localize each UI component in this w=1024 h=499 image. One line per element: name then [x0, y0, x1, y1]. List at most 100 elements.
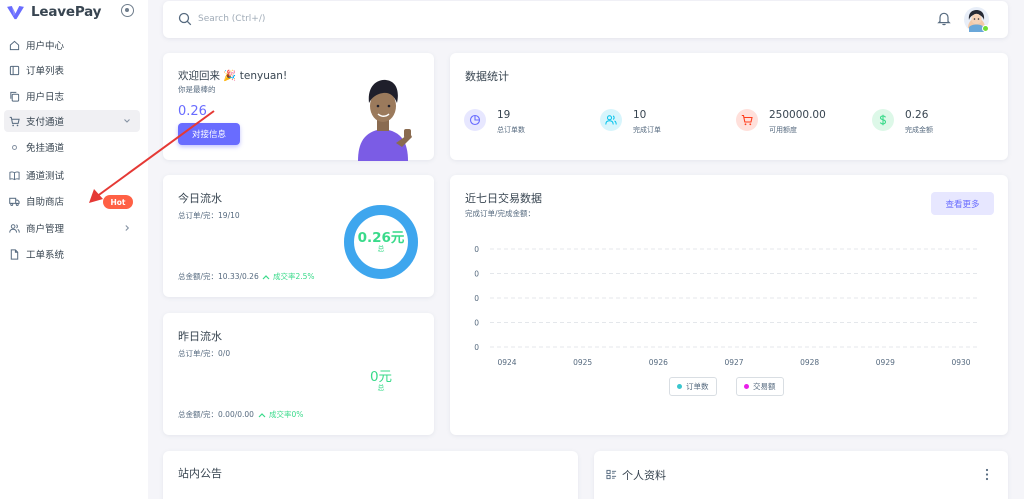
today-flow-card: 今日流水 总订单/完：19/10 0.26元 总 总金额/完：10.33/0.2…	[163, 175, 434, 297]
yesterday-value: 0元	[369, 369, 393, 385]
cart-icon	[736, 109, 758, 131]
stats-title: 数据统计	[465, 70, 509, 83]
sidebar-item-ticket-system[interactable]: 工单系统	[4, 243, 140, 265]
today-orders: 总订单/完：19/10	[178, 211, 240, 220]
sidebar: LeavePay 用户中心 订单列表 用户日志 支付通道 免挂通道 通道测试 自…	[0, 0, 148, 499]
x-tick-label: 0924	[497, 358, 516, 367]
today-rate-text: 成交率2.5%	[273, 272, 315, 281]
copy-icon	[10, 91, 20, 102]
sidebar-item-label: 订单列表	[26, 66, 65, 77]
chevron-up-icon	[258, 413, 266, 418]
hot-badge: Hot	[103, 195, 133, 209]
today-ring-label: 总	[377, 245, 385, 253]
weekly-trade-card: 近七日交易数据 完成订单/完成金额： 查看更多 0 0 0 0 0 0924 0925 092…	[450, 175, 1008, 435]
sidebar-item-merchant-management[interactable]: 商户管理	[4, 217, 140, 239]
stat-value: 10	[633, 109, 647, 121]
legend-label: 订单数	[686, 382, 709, 391]
app-name: LeavePay	[31, 4, 102, 20]
y-tick-label: 0	[474, 245, 479, 254]
notice-title: 站内公告	[178, 467, 222, 480]
yesterday-orders: 总订单/完：0/0	[178, 349, 231, 358]
cart-icon	[9, 116, 20, 126]
today-amount: 总金额/完：10.33/0.26	[178, 272, 259, 281]
users-icon	[9, 223, 20, 233]
yesterday-amount: 总金额/完：0.00/0.00	[178, 410, 254, 419]
x-tick-label: 0925	[573, 358, 592, 367]
sidebar-item-order-list[interactable]: 订单列表	[4, 59, 140, 81]
top-navbar	[163, 1, 1008, 38]
sidebar-collapse-toggle[interactable]	[121, 4, 134, 17]
x-tick-label: 0930	[951, 358, 970, 367]
sidebar-item-user-log[interactable]: 用户日志	[4, 85, 140, 107]
sidebar-item-label: 用户中心	[26, 41, 65, 52]
logo-icon	[7, 5, 24, 19]
y-tick-label: 0	[474, 319, 479, 328]
yesterday-title: 昨日流水	[178, 330, 222, 343]
user-avatar[interactable]	[964, 7, 989, 32]
sidebar-item-channel-test[interactable]: 通道测试	[4, 164, 140, 186]
users-icon	[600, 109, 622, 131]
yesterday-value-label: 总	[377, 384, 385, 392]
x-tick-label: 0928	[800, 358, 819, 367]
today-title: 今日流水	[178, 192, 222, 205]
legend-label: 交易额	[753, 382, 776, 391]
sidebar-item-user-center[interactable]: 用户中心	[4, 34, 140, 56]
dollar-icon	[872, 109, 894, 131]
home-icon	[9, 40, 20, 50]
legend-item-orders[interactable]: 订单数	[669, 377, 717, 396]
sidebar-item-label: 商户管理	[26, 224, 65, 235]
boy-illustration	[358, 79, 412, 161]
y-tick-label: 0	[474, 343, 479, 352]
x-tick-label: 0927	[724, 358, 743, 367]
today-ring-value: 0.26元	[357, 230, 405, 246]
sidebar-item-free-channel[interactable]: 免挂通道	[4, 136, 140, 158]
truck-icon	[9, 197, 20, 206]
y-tick-label: 0	[474, 294, 479, 303]
app-logo[interactable]: LeavePay	[6, 4, 101, 20]
book-open-icon	[9, 171, 20, 180]
sidebar-item-payment-channel[interactable]: 支付通道	[4, 110, 140, 132]
search-input[interactable]	[198, 11, 398, 27]
stat-value: 250000.00	[769, 109, 826, 121]
sidebar-item-label: 工单系统	[26, 250, 65, 261]
search-icon	[178, 12, 192, 26]
stat-label: 总订单数	[497, 126, 525, 134]
sidebar-item-label: 通道测试	[26, 171, 65, 182]
today-rate: 成交率2.5%	[262, 271, 315, 282]
weekly-line-chart: 0 0 0 0 0 0924 0925 0926 0927 0928 0929 0930	[474, 245, 980, 367]
stats-card: 数据统计 19 总订单数 10 完成订单 250000.00 可用额度 0.26…	[450, 53, 1008, 160]
sidebar-item-label: 自助商店	[26, 197, 65, 208]
list-details-icon	[606, 469, 617, 480]
welcome-greeting: 欢迎回来 🎉 tenyuan!	[178, 70, 288, 82]
profile-card: 个人资料	[594, 451, 1008, 499]
site-notice-card: 站内公告	[163, 451, 578, 499]
more-vertical-icon[interactable]	[985, 468, 989, 481]
x-tick-label: 0926	[649, 358, 668, 367]
chevron-right-icon	[125, 225, 130, 231]
welcome-card: 欢迎回来 🎉 tenyuan! 你是最棒的 0.26 对接信息	[163, 53, 434, 161]
y-tick-label: 0	[474, 270, 479, 279]
sidebar-item-label: 支付通道	[26, 117, 65, 128]
layout-icon	[9, 65, 20, 75]
sidebar-item-self-service-shop[interactable]: 自助商店 Hot	[4, 190, 140, 212]
sidebar-item-label: 用户日志	[26, 92, 65, 103]
welcome-subtitle: 你是最棒的	[178, 85, 216, 94]
profile-title: 个人资料	[622, 469, 666, 482]
chevron-down-icon	[124, 119, 130, 123]
online-status-dot	[982, 25, 989, 32]
yesterday-rate: 成交率0%	[258, 409, 303, 420]
pie-chart-icon	[464, 109, 486, 131]
stat-value: 0.26	[905, 109, 929, 121]
stat-label: 可用额度	[769, 126, 797, 134]
bullet-icon	[12, 144, 17, 150]
stat-value: 19	[497, 109, 511, 121]
bell-icon[interactable]	[937, 11, 951, 26]
integration-info-button[interactable]: 对接信息	[178, 123, 240, 145]
x-tick-label: 0929	[876, 358, 895, 367]
yesterday-rate-text: 成交率0%	[269, 410, 304, 419]
file-icon	[10, 248, 19, 260]
legend-item-amount[interactable]: 交易额	[736, 377, 784, 396]
legend-marker	[744, 384, 749, 389]
legend-marker	[677, 384, 682, 389]
stat-label: 完成金额	[905, 126, 933, 134]
